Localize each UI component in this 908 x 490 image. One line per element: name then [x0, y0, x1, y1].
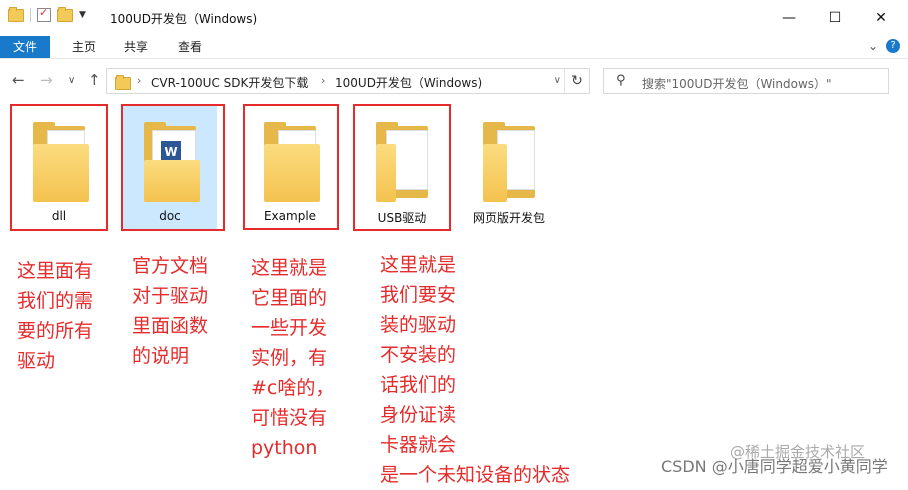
customize-dropdown-icon[interactable]: ▼ — [79, 10, 86, 20]
folder-icon — [115, 75, 131, 90]
chevron-right-icon[interactable]: › — [137, 74, 141, 87]
tab-share[interactable]: 共享 — [112, 36, 160, 58]
divider — [30, 8, 31, 22]
folder-icon — [483, 122, 539, 202]
quick-access-toolbar: ▼ — [8, 6, 86, 22]
forward-button[interactable]: → — [40, 71, 53, 89]
address-bar[interactable]: › CVR-100UC SDK开发包下载 › 100UD开发包（Windows)… — [106, 68, 590, 94]
maximize-button[interactable]: ☐ — [812, 0, 858, 36]
close-button[interactable]: ✕ — [858, 0, 904, 36]
search-icon: ⚲ — [616, 73, 626, 88]
highlight-box — [10, 104, 108, 231]
csdn-watermark: CSDN @小唐同学超爱小黄同学 — [661, 457, 888, 476]
tab-view[interactable]: 查看 — [166, 36, 214, 58]
up-button[interactable]: ↑ — [88, 71, 101, 89]
recent-locations-button[interactable]: ∨ — [68, 75, 75, 86]
breadcrumb-item[interactable]: CVR-100UC SDK开发包下载 — [151, 74, 308, 91]
annotation-dll: 这里面有 我们的需 要的所有 驱动 — [17, 260, 94, 372]
new-folder-icon[interactable] — [57, 6, 73, 22]
highlight-box — [353, 104, 451, 231]
title-bar: ▼ 100UD开发包（Windows) — ☐ ✕ — [0, 0, 908, 36]
chevron-down-icon[interactable]: ⌄ — [868, 39, 878, 53]
address-dropdown-icon[interactable]: ∨ — [554, 75, 561, 86]
breadcrumb-item[interactable]: 100UD开发包（Windows) — [335, 74, 482, 91]
search-input[interactable]: 搜索"100UD开发包（Windows）" — [642, 75, 832, 92]
annotation-doc: 官方文档 对于驱动 里面函数 的说明 — [132, 255, 209, 367]
tab-home[interactable]: 主页 — [60, 36, 108, 58]
tab-file[interactable]: 文件 — [0, 36, 50, 58]
help-icon[interactable]: ? — [886, 39, 900, 53]
ribbon-tabs: 文件 主页 共享 查看 ⌄ ? — [0, 36, 908, 59]
chevron-right-icon[interactable]: › — [321, 74, 325, 87]
refresh-button[interactable]: ↻ — [564, 69, 589, 93]
annotation-usb-driver: 这里就是 我们要安 装的驱动 不安装的 话我们的 身份证读 卡器就会 是一个未知… — [380, 254, 571, 486]
highlight-box — [243, 104, 339, 230]
annotation-example: 这里就是 它里面的 一些开发 实例，有 #c啥的， 可惜没有 python — [251, 257, 335, 459]
minimize-button[interactable]: — — [766, 0, 812, 36]
folder-item-web-sdk[interactable]: 网页版开发包 — [462, 104, 556, 230]
window-title: 100UD开发包（Windows) — [110, 12, 258, 26]
folder-icon — [8, 6, 24, 22]
properties-icon[interactable] — [37, 6, 51, 22]
back-button[interactable]: ← — [12, 71, 25, 89]
folder-label: 网页版开发包 — [472, 211, 545, 225]
search-box[interactable]: ⚲ 搜索"100UD开发包（Windows）" — [603, 68, 889, 94]
highlight-box — [121, 104, 225, 231]
